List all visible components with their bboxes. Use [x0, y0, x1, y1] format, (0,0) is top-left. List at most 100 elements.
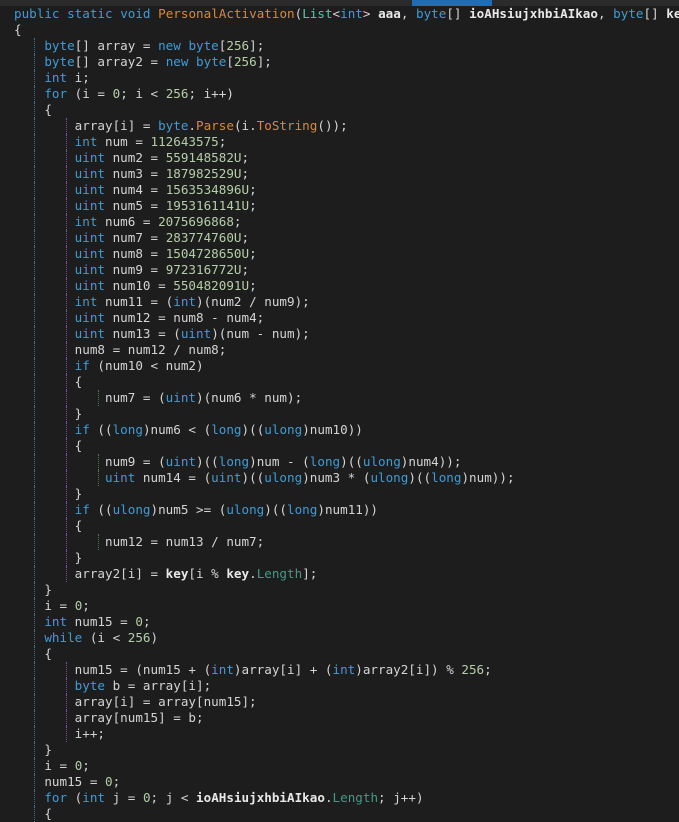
code-line: { — [0, 438, 679, 454]
code-line-text: array[i] = byte.Parse(i.ToString()); — [14, 118, 348, 133]
code-token-num: 550482091U — [173, 278, 250, 293]
code-line-text: int num11 = (int)(num2 / num9); — [14, 294, 310, 309]
code-line-text: uint num12 = num8 - num4; — [14, 310, 265, 325]
code-line-text: for (int j = 0; j < ioAHsiujxhbiAIkao.Le… — [14, 790, 424, 805]
code-token-pn: )num4)); — [400, 454, 462, 469]
code-token-num: 972316772U — [165, 262, 242, 277]
code-token-pn: ]; — [302, 566, 318, 581]
code-token-num: 2075696868 — [158, 214, 234, 229]
code-token-pn: i++; — [74, 726, 106, 741]
code-line: num8 = num12 / num8; — [0, 342, 679, 358]
code-token-pn: ; — [249, 278, 257, 293]
code-line: num12 = num13 / num7; — [0, 534, 679, 550]
code-token-kw: new — [158, 38, 181, 53]
code-token-kw: for — [44, 86, 68, 101]
code-token-pn: (i = — [67, 86, 113, 101]
code-line-text: uint num4 = 1563534896U; — [14, 182, 257, 197]
code-line-text: uint num2 = 559148582U; — [14, 150, 249, 165]
code-line: uint num14 = (uint)((ulong)num3 * (ulong… — [0, 470, 679, 486]
code-token-brc: } — [74, 486, 83, 501]
code-token-num: 559148582U — [165, 150, 242, 165]
code-token-pn: )(( — [241, 470, 265, 485]
code-line: uint num10 = 550482091U; — [0, 278, 679, 294]
code-token-pn: ; i++) — [188, 86, 234, 101]
code-line-text: uint num7 = 283774760U; — [14, 230, 249, 245]
code-line-text: array[i] = array[num15]; — [14, 694, 257, 709]
code-token-kw: int — [82, 790, 106, 805]
code-token-pn — [151, 6, 159, 21]
indent-guide — [98, 470, 99, 486]
code-token-num: 283774760U — [165, 230, 242, 245]
code-line: num7 = (uint)(num6 * num); — [0, 390, 679, 406]
code-token-pn: )num11)) — [317, 502, 379, 517]
code-line: int num11 = (int)(num2 / num9); — [0, 294, 679, 310]
code-token-kw: ulong — [362, 454, 401, 469]
code-editor-surface[interactable]: public static void PersonalActivation (Li… — [0, 6, 679, 822]
code-token-pn: [ — [226, 54, 234, 69]
code-token-pn: num12 = num13 / num7; — [105, 534, 265, 549]
code-token-pn: , — [400, 6, 416, 21]
code-token-kw: long — [431, 470, 462, 485]
code-line-text: num7 = (uint)(num6 * num); — [14, 390, 302, 405]
code-token-pn: array[i] = array[num15]; — [74, 694, 257, 709]
code-token-kw: byte — [74, 678, 106, 693]
code-token-kw: byte — [44, 38, 75, 53]
code-token-kw: byte — [188, 38, 219, 53]
code-token-pn: ; j++) — [378, 790, 424, 805]
code-token-brc: { — [14, 22, 22, 37]
code-line-text: } — [14, 550, 83, 565]
code-line: for (int j = 0; j < ioAHsiujxhbiAIkao.Le… — [0, 790, 679, 806]
code-token-kw: uint — [74, 182, 106, 197]
code-token-pn: num9 = ( — [105, 454, 166, 469]
code-token-pn: num15 = (num15 + ( — [74, 662, 212, 677]
code-line-text: { — [14, 374, 83, 389]
code-line: } — [0, 486, 679, 502]
code-line-text: if ((long)num6 < (long)((ulong)num10)) — [14, 422, 363, 437]
code-token-num: 187982529U — [165, 166, 242, 181]
code-line-text: { — [14, 518, 83, 533]
code-line-text: uint num13 = (uint)(num - num); — [14, 326, 310, 341]
code-token-kw: int — [44, 614, 68, 629]
code-line: i++; — [0, 726, 679, 742]
code-token-parm: ioAHsiujxhbiAIkao — [196, 790, 325, 805]
code-line-text: } — [14, 486, 83, 501]
code-token-kw: int — [74, 214, 98, 229]
code-line-text: i++; — [14, 726, 105, 741]
code-token-pn: . — [249, 566, 257, 581]
code-token-pn: ; — [142, 614, 151, 629]
code-token-brc: { — [44, 806, 52, 821]
code-token-kw: uint — [74, 230, 106, 245]
code-token-pn: num7 = — [105, 230, 166, 245]
code-line-text: } — [14, 742, 52, 757]
code-token-kw: int — [173, 294, 196, 309]
code-line-text: byte[] array2 = new byte[256]; — [14, 54, 272, 69]
code-token-brc: { — [44, 102, 52, 117]
code-token-kw: uint — [211, 470, 242, 485]
code-token-pn: num8 = — [105, 246, 166, 261]
code-token-pn: > — [362, 6, 379, 21]
code-token-pn: array[num15] = b; — [74, 710, 204, 725]
code-line: array[i] = byte.Parse(i.ToString()); — [0, 118, 679, 134]
code-token-num: 112643575 — [150, 134, 219, 149]
code-line-text: int num = 112643575; — [14, 134, 227, 149]
code-line-text: i = 0; — [14, 758, 90, 773]
code-token-kw: long — [112, 422, 143, 437]
code-token-kw: uint — [74, 278, 106, 293]
code-line: uint num13 = (uint)(num - num); — [0, 326, 679, 342]
code-token-pn: ; — [218, 134, 227, 149]
code-token-pn: num2 = — [105, 150, 166, 165]
code-token-pn: ( — [67, 790, 83, 805]
code-token-kw: if — [74, 422, 90, 437]
code-line-text: { — [14, 22, 22, 37]
code-token-kw: uint — [74, 326, 106, 341]
code-token-pn: num15 = — [44, 774, 106, 789]
code-token-kw: long — [218, 454, 250, 469]
code-token-pn: )(( — [340, 454, 363, 469]
code-token-parm: key — [666, 6, 679, 21]
code-token-num: 1563534896U — [165, 182, 250, 197]
code-line: uint num4 = 1563534896U; — [0, 182, 679, 198]
code-token-pn: b = array[i]; — [105, 678, 212, 693]
code-line: byte b = array[i]; — [0, 678, 679, 694]
code-line-text: num8 = num12 / num8; — [14, 342, 227, 357]
code-token-num: 0 — [105, 774, 113, 789]
